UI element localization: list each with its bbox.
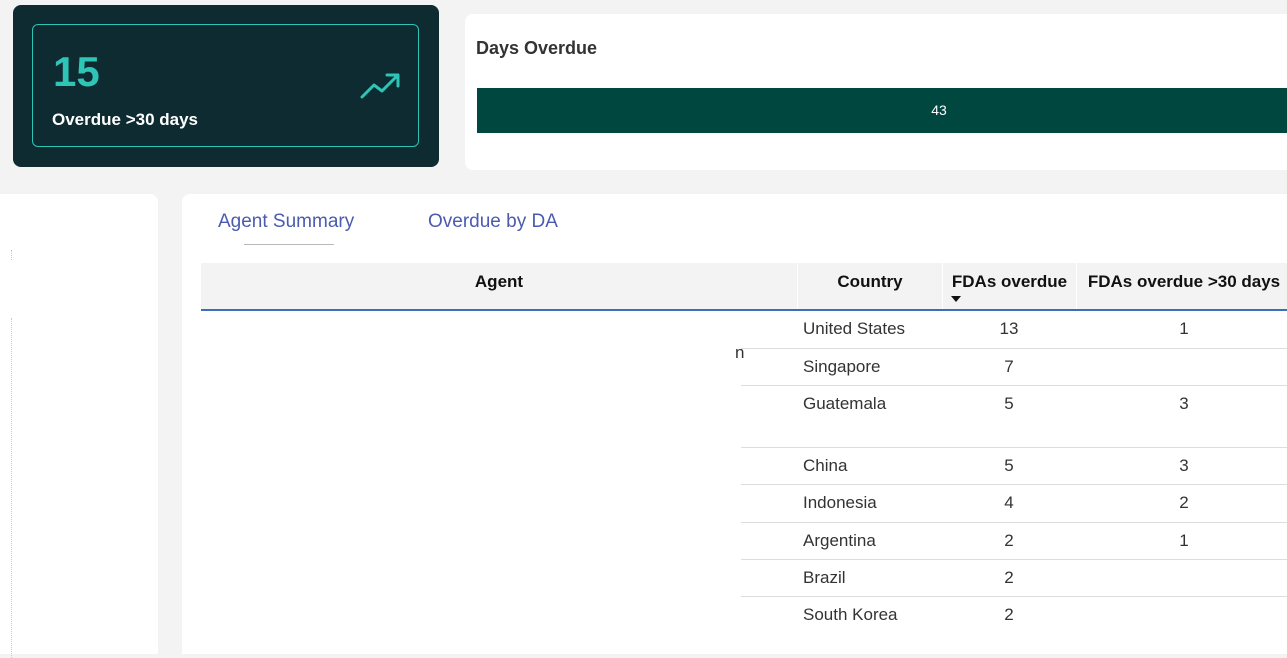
kpi-value: 15 bbox=[53, 48, 100, 95]
table-row[interactable]: Brazil 2 bbox=[741, 560, 1287, 597]
days-overdue-bar[interactable]: 43 bbox=[477, 88, 1287, 133]
cell-fdas-overdue-30: 1 bbox=[1179, 319, 1189, 338]
cell-country: Indonesia bbox=[803, 493, 877, 512]
cell-country: Brazil bbox=[803, 568, 846, 587]
cell-country: Argentina bbox=[803, 531, 876, 550]
header-fdas-overdue[interactable]: FDAs overdue bbox=[942, 263, 1076, 309]
table-row[interactable]: China 5 3 bbox=[741, 448, 1287, 485]
cell-fdas-overdue-30: 3 bbox=[1179, 394, 1189, 413]
header-country[interactable]: Country bbox=[797, 263, 942, 309]
cell-fdas-overdue: 2 bbox=[1004, 605, 1014, 624]
table-row[interactable]: United States 13 1 bbox=[741, 311, 1287, 349]
tab-overdue-by-da[interactable]: Overdue by DA bbox=[428, 211, 558, 233]
table-row[interactable]: Guatemala 5 3 bbox=[741, 386, 1287, 448]
panel-divider bbox=[11, 250, 13, 260]
kpi-card-frame: 15 Overdue >30 days bbox=[32, 24, 419, 147]
days-overdue-title: Days Overdue bbox=[476, 38, 598, 58]
cell-fdas-overdue: 7 bbox=[1004, 357, 1014, 376]
days-overdue-card: Days Overdue 43 bbox=[465, 14, 1287, 170]
cell-fdas-overdue: 5 bbox=[1004, 394, 1014, 413]
cell-fdas-overdue: 2 bbox=[1004, 568, 1014, 587]
cell-country: Guatemala bbox=[803, 394, 887, 413]
agent-summary-panel: Agent Summary Overdue by DA Agent Countr… bbox=[182, 194, 1287, 654]
sort-descending-icon bbox=[951, 296, 961, 302]
table-row[interactable]: Argentina 2 1 bbox=[741, 523, 1287, 560]
cell-fdas-overdue-30: 2 bbox=[1179, 493, 1189, 512]
table-row[interactable]: Singapore 7 bbox=[741, 349, 1287, 386]
trending-up-icon bbox=[360, 73, 400, 99]
tab-agent-summary[interactable]: Agent Summary bbox=[218, 211, 354, 233]
cell-country: Singapore bbox=[803, 357, 881, 376]
cell-fdas-overdue: 4 bbox=[1004, 493, 1014, 512]
filter-panel bbox=[0, 194, 158, 658]
cell-fdas-overdue-30: 3 bbox=[1179, 456, 1189, 475]
kpi-card: 15 Overdue >30 days bbox=[13, 5, 439, 167]
clipped-agent-cell: n bbox=[735, 343, 745, 362]
cell-fdas-overdue-30: 1 bbox=[1179, 531, 1189, 550]
agent-table: Agent Country FDAs overdue FDAs overdue … bbox=[201, 263, 1287, 624]
panel-divider bbox=[11, 318, 13, 658]
cell-country: China bbox=[803, 456, 848, 475]
table-header: Agent Country FDAs overdue FDAs overdue … bbox=[201, 263, 1287, 311]
header-agent[interactable]: Agent bbox=[201, 263, 797, 309]
cell-fdas-overdue: 13 bbox=[999, 319, 1019, 338]
table-row[interactable]: South Korea 2 bbox=[741, 597, 1287, 637]
cell-fdas-overdue: 2 bbox=[1004, 531, 1014, 550]
tab-active-indicator bbox=[244, 244, 334, 245]
header-fdas-overdue-30[interactable]: FDAs overdue >30 days bbox=[1076, 263, 1287, 309]
days-overdue-bar-label: 43 bbox=[931, 102, 947, 118]
cell-country: United States bbox=[803, 319, 906, 338]
cell-country: South Korea bbox=[803, 605, 898, 624]
cell-fdas-overdue: 5 bbox=[1004, 456, 1014, 475]
table-row[interactable]: Indonesia 4 2 bbox=[741, 485, 1287, 523]
kpi-label: Overdue >30 days bbox=[52, 110, 199, 129]
